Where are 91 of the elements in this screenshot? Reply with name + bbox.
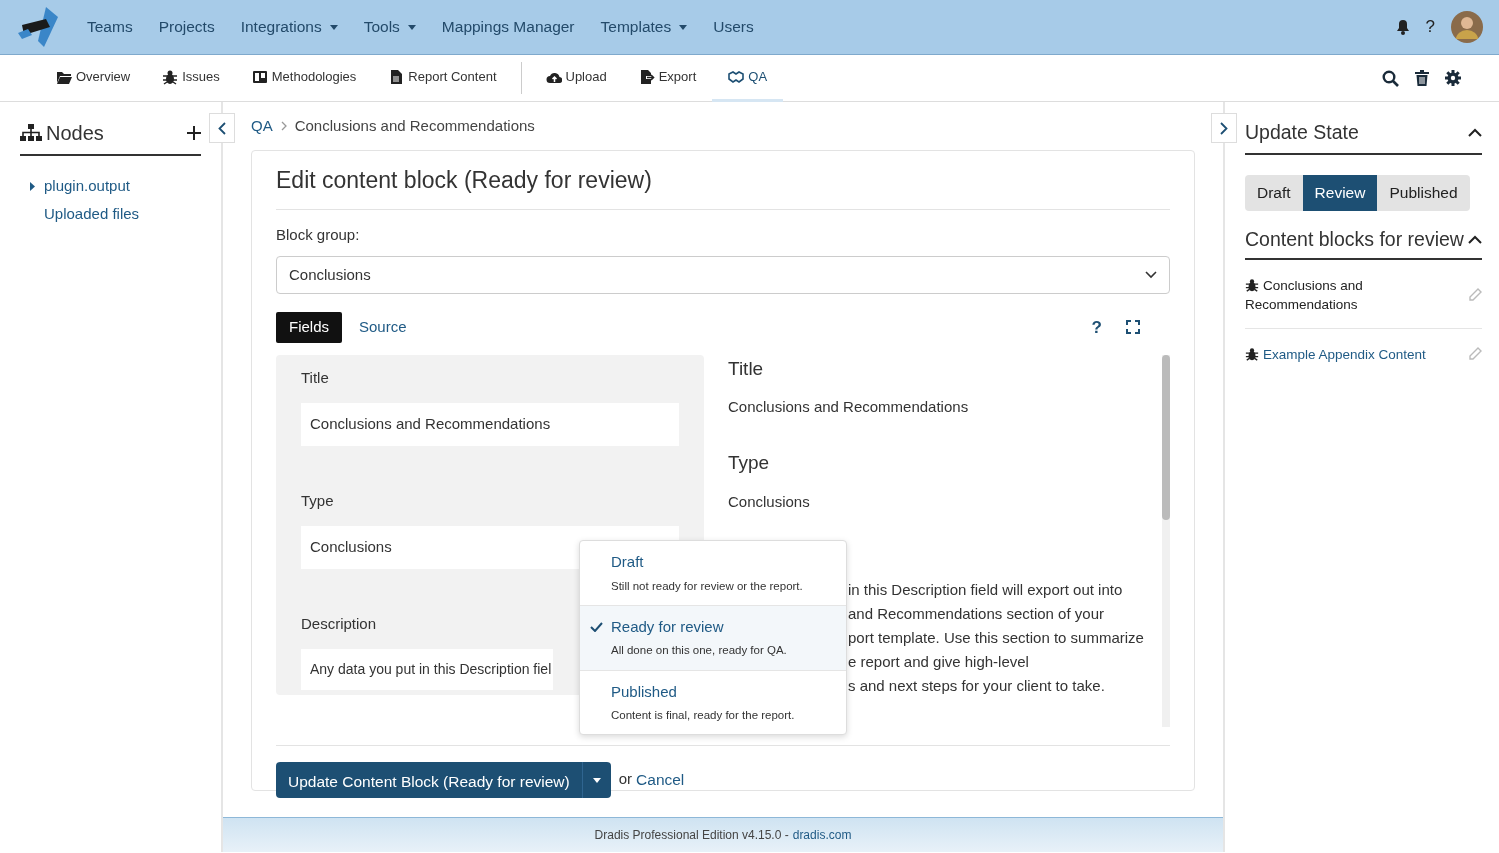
field-label: Description <box>301 613 377 634</box>
menu-item-note: All done on this one, ready for QA. <box>611 643 788 659</box>
editor-heading: Edit content block (Ready for review) <box>276 167 1170 210</box>
nav-link[interactable]: Projects <box>145 15 228 39</box>
tab[interactable]: Overview <box>40 54 147 102</box>
bug-icon <box>1245 346 1259 361</box>
footer-link[interactable]: dradis.com <box>792 826 852 844</box>
collapse-panel-button[interactable] <box>1211 113 1237 143</box>
menu-item-title: Published <box>611 681 678 702</box>
tab[interactable]: QA <box>712 54 784 102</box>
search-icon[interactable] <box>1382 69 1399 87</box>
trash-icon[interactable] <box>1415 70 1429 86</box>
nav-link[interactable]: Tools <box>350 15 429 39</box>
chevron-right-icon <box>1220 121 1228 135</box>
dropdown-toggle-button[interactable] <box>581 761 611 798</box>
avatar[interactable] <box>1451 11 1483 43</box>
collapse-icon[interactable] <box>1468 128 1482 138</box>
chevron-left-icon <box>218 121 226 135</box>
menu-item[interactable]: Ready for review All done on this one, ready for QA. <box>580 605 846 671</box>
bug-icon <box>162 68 179 85</box>
caret-icon <box>592 777 601 783</box>
preview-text: e report and give high-level <box>848 651 1030 672</box>
chevron-right-icon <box>280 121 287 131</box>
menu-item-note: Content is final, ready for the report. <box>611 708 796 723</box>
check-icon <box>590 621 603 632</box>
tab[interactable]: Export <box>622 54 713 102</box>
preview-text: in this Description field will export out into <box>848 579 1124 600</box>
tab[interactable]: Methodologies <box>235 54 373 102</box>
preview-heading: Type <box>728 451 771 476</box>
tree-item[interactable]: Uploaded files <box>44 202 140 226</box>
help-link[interactable]: ? <box>1091 314 1102 341</box>
menu-item-note: Still not ready for review or the report. <box>611 578 804 594</box>
content-block-link[interactable]: Example Appendix Content <box>1245 344 1426 364</box>
or-label: or <box>618 769 633 790</box>
menu-item-title: Draft <box>611 552 645 572</box>
tab[interactable]: Fields <box>276 312 342 343</box>
sitemap-icon <box>20 124 42 142</box>
nav-link[interactable]: Teams <box>74 15 146 39</box>
preview-text: port template. Use this section to summarize <box>848 627 1145 648</box>
nav-link[interactable]: Mappings Manager <box>428 15 588 39</box>
expand-icon[interactable] <box>29 181 35 191</box>
field-label: Type <box>301 490 334 511</box>
collapse-sidebar-button[interactable] <box>209 113 235 143</box>
menu-item[interactable]: Draft Still not ready for review or the report. <box>580 541 846 606</box>
footer-text: Dradis Professional Edition v4.15.0 - <box>594 827 789 844</box>
fullscreen-icon[interactable] <box>1126 320 1140 335</box>
tree-item[interactable]: plugin.output <box>44 174 130 198</box>
help-link[interactable]: ? <box>1425 14 1435 40</box>
state-button[interactable]: Published <box>1377 175 1470 211</box>
chevron-down-icon <box>1145 271 1157 280</box>
tab[interactable]: Report Content <box>372 54 513 102</box>
menu-item[interactable]: Published Content is final, ready for the report. <box>580 670 846 735</box>
preview-text: and Recommendations section of your <box>848 603 1105 624</box>
caret-icon <box>329 24 338 30</box>
preview-text: s and next steps for your client to take. <box>848 675 1106 696</box>
tab[interactable]: Issues <box>146 54 236 102</box>
settings-icon[interactable] <box>1445 70 1461 86</box>
bell-icon[interactable] <box>1395 19 1410 35</box>
cancel-link[interactable]: Cancel <box>636 767 685 792</box>
content-block-link[interactable]: Conclusions and Recommendations <box>1245 275 1405 314</box>
board-icon <box>251 68 268 85</box>
bug-icon <box>1245 277 1259 292</box>
panel-title: Update State <box>1245 120 1359 145</box>
menu-item-title: Ready for review <box>611 616 725 637</box>
tab[interactable]: Source <box>346 312 420 343</box>
document-icon <box>388 68 405 85</box>
sidebar-title: Nodes <box>46 121 104 146</box>
nav-link[interactable]: Templates <box>587 15 701 39</box>
input-field[interactable]: Conclusions and Recommendations <box>301 403 679 446</box>
state-button[interactable]: Review <box>1302 175 1378 211</box>
field-label: Block group: <box>276 224 361 245</box>
input-field[interactable]: Any data you put in this Description fiel <box>301 649 554 691</box>
tab[interactable]: Upload <box>529 54 623 102</box>
panel-title: Content blocks for review <box>1245 226 1464 252</box>
breadcrumb-item: Conclusions and Recommendations <box>294 115 535 136</box>
state-button[interactable]: Draft <box>1245 175 1303 211</box>
preview-text: Conclusions and Recommendations <box>728 397 970 418</box>
add-icon[interactable] <box>187 126 201 140</box>
preview-heading: Title <box>728 356 765 381</box>
scrollbar-thumb[interactable] <box>1162 354 1170 520</box>
submit-button[interactable]: Update Content Block (Ready for review) <box>276 761 582 798</box>
preview-text: Conclusions <box>728 491 811 512</box>
nav-link[interactable]: Users <box>700 15 767 39</box>
breadcrumb-item[interactable]: QA <box>251 114 273 138</box>
export-icon <box>638 68 655 85</box>
caret-icon <box>407 24 416 30</box>
field-label: Title <box>301 367 329 388</box>
select-field[interactable]: Conclusions <box>276 256 1170 295</box>
collapse-icon[interactable] <box>1468 234 1482 244</box>
nav-link[interactable]: Integrations <box>227 15 351 39</box>
caret-icon <box>679 24 688 30</box>
